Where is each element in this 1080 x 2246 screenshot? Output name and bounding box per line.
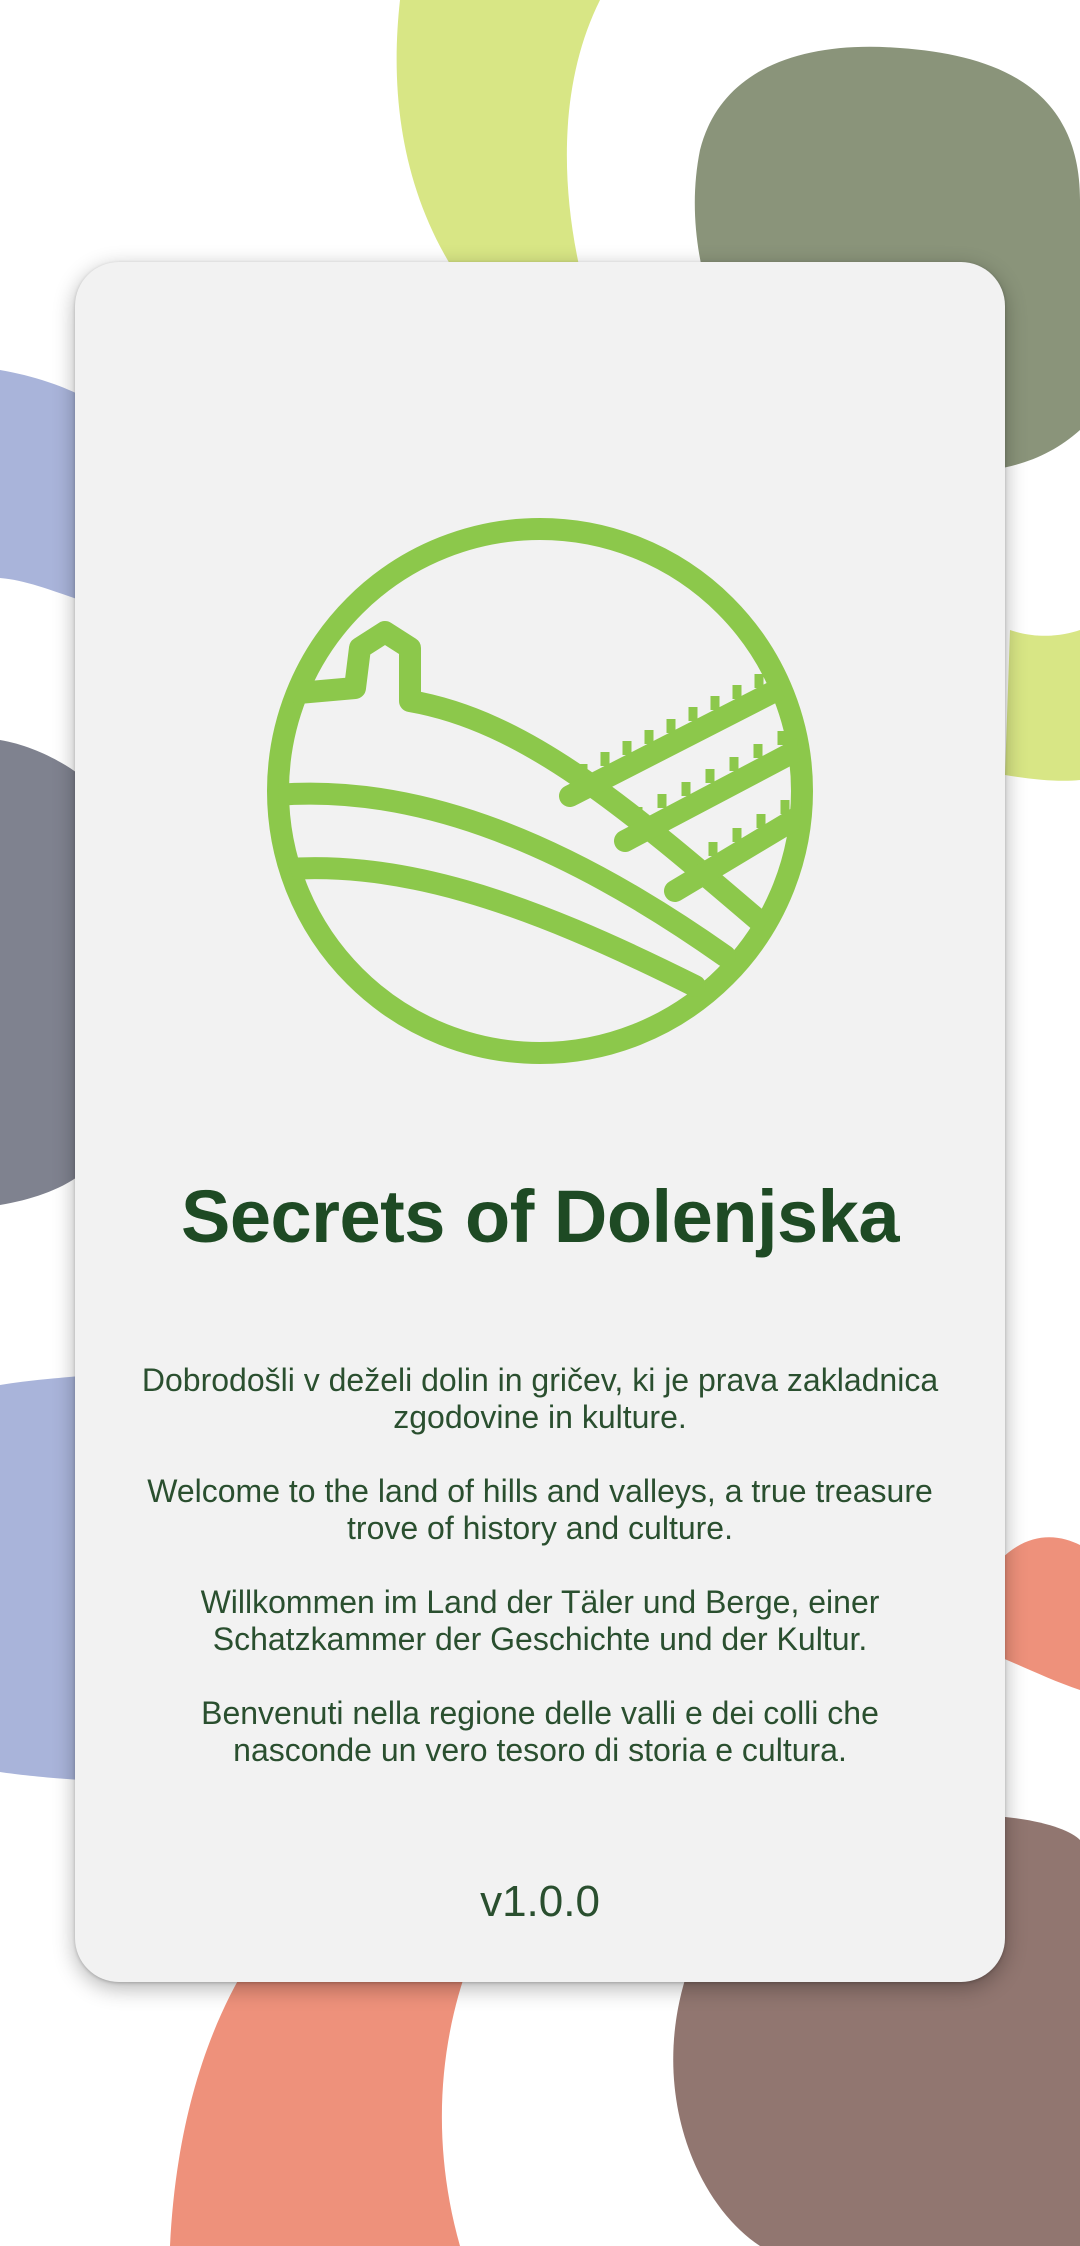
- welcome-card: Secrets of Dolenjska Dobrodošli v deželi…: [75, 262, 1005, 1982]
- welcome-text-german: Willkommen im Land der Täler und Berge, …: [200, 1584, 880, 1657]
- slate-blob-shape: [0, 740, 80, 1205]
- splash-screen: Secrets of Dolenjska Dobrodošli v deželi…: [0, 0, 1080, 2246]
- hills-vineyard-church-logo-icon: [267, 518, 813, 1064]
- salmon-ribbon-right-shape: [995, 1537, 1080, 1690]
- salmon-blob-shape: [170, 1960, 470, 2246]
- periwinkle-blob-upper-shape: [0, 370, 80, 600]
- welcome-text-italian: Benvenuti nella regione delle valli e de…: [201, 1695, 879, 1768]
- lime-ribbon-shape: [396, 0, 600, 280]
- periwinkle-blob-lower-shape: [0, 1376, 80, 1780]
- lime-ribbon-right-shape: [1005, 630, 1080, 781]
- welcome-text-slovenian: Dobrodošli v deželi dolin in gričev, ki …: [141, 1362, 939, 1435]
- app-version: v1.0.0: [480, 1877, 600, 1926]
- welcome-messages: Dobrodošli v deželi dolin in gričev, ki …: [135, 1362, 945, 1806]
- app-title: Secrets of Dolenjska: [181, 1175, 899, 1258]
- welcome-text-english: Welcome to the land of hills and valleys…: [147, 1473, 933, 1546]
